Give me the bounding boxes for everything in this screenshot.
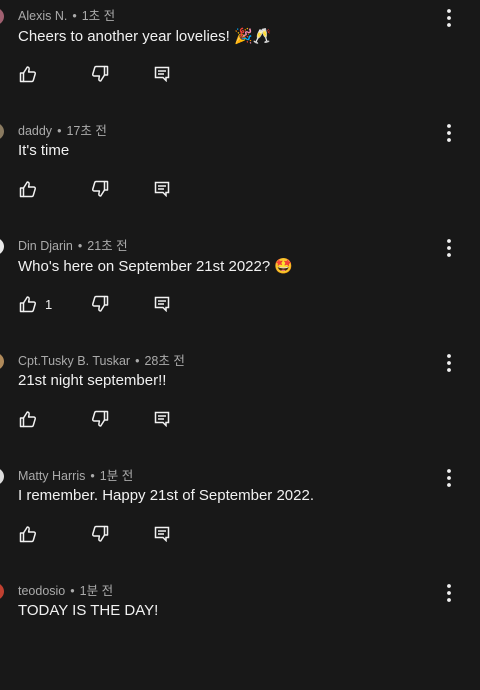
comment-author[interactable]: daddy [18,124,52,138]
meta-separator: • [135,354,140,368]
more-options-button[interactable] [441,353,457,373]
dislike-button[interactable] [90,179,110,199]
reply-icon [154,411,170,427]
thumbs-up-icon [18,179,38,199]
comment-text: 21st night september!! [18,372,167,389]
like-button[interactable] [18,409,45,429]
thumbs-up-icon [18,524,38,544]
reply-button[interactable] [154,409,170,429]
comment-text: TODAY IS THE DAY! [18,602,159,619]
comment-time[interactable]: 1분 전 [80,584,113,598]
comment-text: Cheers to another year lovelies! 🎉🥂 [18,28,272,45]
comment-item: Matty Harris • 1분 전 I remember. Happy 21st… [0,460,480,575]
comment-meta: Matty Harris • 1분 전 [18,465,133,484]
avatar[interactable] [0,353,4,370]
dislike-button[interactable] [90,294,110,314]
reply-icon [154,181,170,197]
comment-time[interactable]: 1초 전 [82,9,115,23]
comment-text: Who's here on September 21st 2022? 🤩 [18,258,294,275]
comment-text: I remember. Happy 21st of September 2022… [18,487,314,504]
more-options-button[interactable] [441,238,457,258]
reply-icon [154,526,170,542]
comment-meta: Alexis N. • 1초 전 [18,5,115,24]
avatar[interactable] [0,468,4,485]
more-vertical-icon [441,354,457,377]
reply-icon [154,296,170,312]
comment-meta: daddy • 17초 전 [18,120,107,139]
avatar[interactable] [0,583,4,600]
comment-text: It's time [18,142,70,159]
reply-button[interactable] [154,294,170,314]
comment-item: Cpt.Tusky B. Tuskar • 28초 전 21st night sep… [0,345,480,460]
comment-author[interactable]: teodosio [18,584,65,598]
meta-separator: • [70,584,75,598]
comment-item: teodosio • 1분 전 TODAY IS THE DAY! [0,575,480,690]
more-vertical-icon [441,124,457,147]
reply-icon [154,66,170,82]
thumbs-down-icon [90,294,110,314]
like-button[interactable]: 1 [18,294,52,314]
thumbs-down-icon [90,409,110,429]
more-options-button[interactable] [441,123,457,143]
dislike-button[interactable] [90,64,110,84]
more-vertical-icon [441,469,457,492]
comment-item: daddy • 17초 전 It's time [0,115,480,230]
like-count: 1 [45,296,53,312]
reply-button[interactable] [154,524,170,544]
avatar[interactable] [0,8,4,25]
meta-separator: • [72,9,77,23]
comment-meta: Din Djarin • 21초 전 [18,235,128,254]
reply-button[interactable] [154,179,170,199]
comment-author[interactable]: Matty Harris [18,469,85,483]
more-vertical-icon [441,584,457,607]
comment-author[interactable]: Din Djarin [18,239,73,253]
more-options-button[interactable] [441,8,457,28]
more-options-button[interactable] [441,468,457,488]
thumbs-down-icon [90,179,110,199]
thumbs-up-icon [18,409,38,429]
thumbs-up-icon [18,294,38,314]
thumbs-down-icon [90,64,110,84]
avatar[interactable] [0,123,4,140]
more-vertical-icon [441,239,457,262]
like-button[interactable] [18,524,45,544]
comment-time[interactable]: 1분 전 [100,469,133,483]
more-vertical-icon [441,9,457,32]
dislike-button[interactable] [90,409,110,429]
like-button[interactable] [18,179,45,199]
comment-author[interactable]: Cpt.Tusky B. Tuskar [18,354,130,368]
comment-time[interactable]: 28초 전 [144,354,184,368]
comment-item: Din Djarin • 21초 전 Who's here on September… [0,230,480,345]
comment-author[interactable]: Alexis N. [18,9,67,23]
like-button[interactable] [18,64,45,84]
comment-time[interactable]: 17초 전 [66,124,106,138]
comment-time[interactable]: 21초 전 [87,239,127,253]
comment-item: Alexis N. • 1초 전 Cheers to another year lo… [0,0,480,115]
meta-separator: • [90,469,95,483]
thumbs-up-icon [18,64,38,84]
thumbs-down-icon [90,524,110,544]
comment-meta: Cpt.Tusky B. Tuskar • 28초 전 [18,350,185,369]
meta-separator: • [57,124,62,138]
more-options-button[interactable] [441,583,457,603]
reply-button[interactable] [154,64,170,84]
dislike-button[interactable] [90,524,110,544]
comment-meta: teodosio • 1분 전 [18,580,113,599]
meta-separator: • [77,239,83,253]
avatar[interactable] [0,238,4,255]
